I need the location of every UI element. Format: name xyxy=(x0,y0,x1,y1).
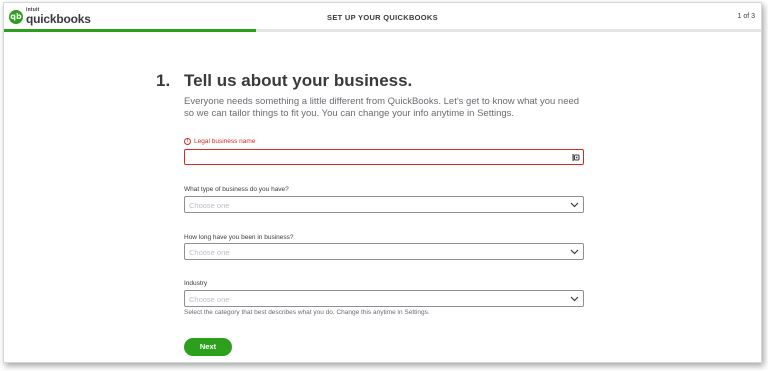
next-button[interactable]: Next xyxy=(184,338,232,356)
industry-helper-text: Select the category that best describes … xyxy=(184,309,430,316)
setup-window: qb intuit quickbooks SET UP YOUR QUICKBO… xyxy=(3,2,762,363)
business-name-label: ! Legal business name xyxy=(184,138,255,145)
top-bar: qb intuit quickbooks SET UP YOUR QUICKBO… xyxy=(4,3,761,31)
business-name-label-text: Legal business name xyxy=(194,138,256,145)
business-name-input[interactable] xyxy=(184,149,584,165)
industry-select[interactable]: Choose one xyxy=(184,290,584,307)
business-type-placeholder: Choose one xyxy=(189,201,230,210)
page-heading: 1. Tell us about your business. xyxy=(156,71,412,91)
progress-fill xyxy=(4,29,257,32)
chevron-down-icon xyxy=(570,296,579,302)
chevron-down-icon xyxy=(570,249,579,255)
autofill-icon[interactable] xyxy=(572,153,580,162)
business-age-placeholder: Choose one xyxy=(189,248,230,257)
progress-bar xyxy=(4,29,761,32)
page-title: Tell us about your business. xyxy=(184,71,413,90)
intro-text: Everyone needs something a little differ… xyxy=(184,96,580,119)
business-type-select[interactable]: Choose one xyxy=(184,196,584,213)
page-header-title: SET UP YOUR QUICKBOOKS xyxy=(327,13,438,22)
step-counter: 1 of 3 xyxy=(737,13,755,20)
industry-placeholder: Choose one xyxy=(189,295,230,304)
business-age-label: How long have you been in business? xyxy=(184,234,294,241)
business-type-label: What type of business do you have? xyxy=(184,186,289,193)
business-age-select[interactable]: Choose one xyxy=(184,243,584,260)
error-circle-icon: ! xyxy=(184,138,191,145)
chevron-down-icon xyxy=(570,202,579,208)
step-number: 1. xyxy=(156,71,171,90)
industry-label: Industry xyxy=(184,280,208,287)
